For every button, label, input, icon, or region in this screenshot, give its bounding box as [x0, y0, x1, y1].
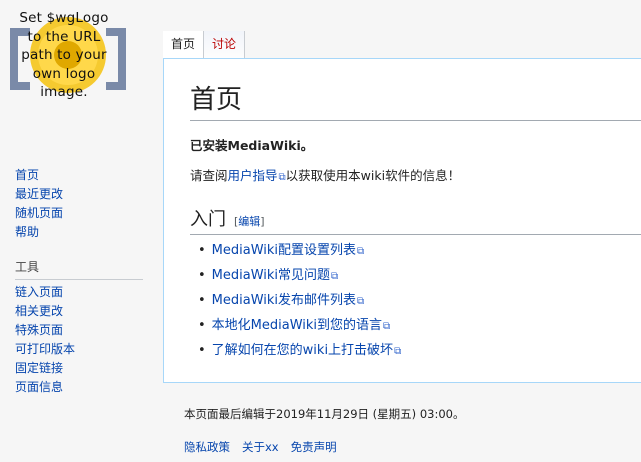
page-content: 首页 已安装MediaWiki。 请查阅用户指导⧉以获取使用本wiki软件的信息… — [163, 58, 641, 383]
external-link-icon: ⧉ — [278, 172, 286, 183]
external-link-icon: ⧉ — [383, 321, 391, 332]
sidebar-item-page-info[interactable]: 页面信息 — [15, 378, 75, 397]
mailing-list-link[interactable]: MediaWiki发布邮件列表 — [212, 293, 356, 308]
list-item: 本地化MediaWiki到您的语言⧉ — [198, 314, 401, 339]
intro-paragraph: 请查阅用户指导⧉以获取使用本wiki软件的信息！ — [190, 165, 460, 184]
user-guide-link[interactable]: 用户指导 — [228, 168, 278, 183]
install-message: 已安装MediaWiki。 — [190, 138, 314, 153]
intro-text-after: 以获取使用本wiki软件的信息！ — [285, 168, 461, 183]
logo-line: Set $wgLogo — [19, 10, 109, 26]
sidebar-navigation: 首页 最近更改 随机页面 帮助 — [15, 166, 63, 242]
footer-links: 隐私政策 关于xx 免责声明 — [184, 439, 337, 455]
external-link-icon: ⧉ — [357, 246, 365, 257]
sidebar-item-printable-version[interactable]: 可打印版本 — [15, 340, 75, 359]
disclaimers-link[interactable]: 免责声明 — [291, 439, 337, 455]
privacy-policy-link[interactable]: 隐私政策 — [184, 439, 230, 455]
list-item: MediaWiki发布邮件列表⧉ — [198, 289, 401, 314]
sidebar-item-help[interactable]: 帮助 — [15, 223, 63, 242]
external-link-icon: ⧉ — [357, 296, 365, 307]
intro-text-before: 请查阅 — [190, 168, 228, 183]
config-settings-link[interactable]: MediaWiki配置设置列表 — [212, 243, 356, 258]
page-tabs: 首页 讨论 — [163, 31, 246, 59]
sidebar-item-main-page[interactable]: 首页 — [15, 166, 63, 185]
last-edited-info: 本页面最后编辑于2019年11月29日 (星期五) 03:00。 — [184, 407, 465, 421]
tab-main-page[interactable]: 首页 — [163, 31, 205, 58]
sidebar-tools-heading: 工具 — [15, 258, 143, 280]
list-item: MediaWiki常见问题⧉ — [198, 264, 401, 289]
logo-line: to the URL — [27, 28, 101, 45]
getting-started-list: MediaWiki配置设置列表⧉ MediaWiki常见问题⧉ MediaWik… — [198, 239, 402, 364]
edit-bracket-close: ] — [260, 215, 265, 228]
sidebar-item-what-links-here[interactable]: 链入页面 — [15, 283, 75, 302]
sidebar-item-special-pages[interactable]: 特殊页面 — [15, 321, 75, 340]
list-item: 了解如何在您的wiki上打击破坏⧉ — [198, 339, 402, 364]
section-edit: [编辑] — [234, 215, 265, 228]
sidebar-item-permanent-link[interactable]: 固定链接 — [15, 359, 75, 378]
tab-discussion[interactable]: 讨论 — [204, 31, 246, 58]
logo-line: path to your — [21, 47, 107, 63]
edit-section-link[interactable]: 编辑 — [238, 215, 260, 228]
localisation-link[interactable]: 本地化MediaWiki到您的语言 — [212, 318, 382, 333]
list-item: MediaWiki配置设置列表⧉ — [198, 239, 401, 264]
about-link[interactable]: 关于xx — [242, 439, 279, 455]
external-link-icon: ⧉ — [331, 271, 339, 282]
site-logo[interactable]: Set $wgLogo to the URL path to your own … — [0, 0, 160, 110]
sidebar-tools: 链入页面 相关更改 特殊页面 可打印版本 固定链接 页面信息 — [15, 283, 75, 397]
logo-line: own logo — [32, 65, 96, 82]
logo-line: image. — [40, 84, 88, 100]
sidebar-item-related-changes[interactable]: 相关更改 — [15, 302, 75, 321]
sidebar-item-recent-changes[interactable]: 最近更改 — [15, 185, 63, 204]
page-title: 首页 — [190, 79, 641, 121]
section-title: 入门 — [190, 209, 226, 230]
combating-spam-link[interactable]: 了解如何在您的wiki上打击破坏 — [212, 343, 393, 358]
section-heading: 入门 [编辑] — [190, 205, 641, 235]
external-link-icon: ⧉ — [394, 346, 402, 357]
sidebar-item-random-page[interactable]: 随机页面 — [15, 204, 63, 223]
faq-link[interactable]: MediaWiki常见问题 — [212, 268, 330, 283]
logo-placeholder-text: Set $wgLogo to the URL path to your own … — [14, 9, 114, 102]
